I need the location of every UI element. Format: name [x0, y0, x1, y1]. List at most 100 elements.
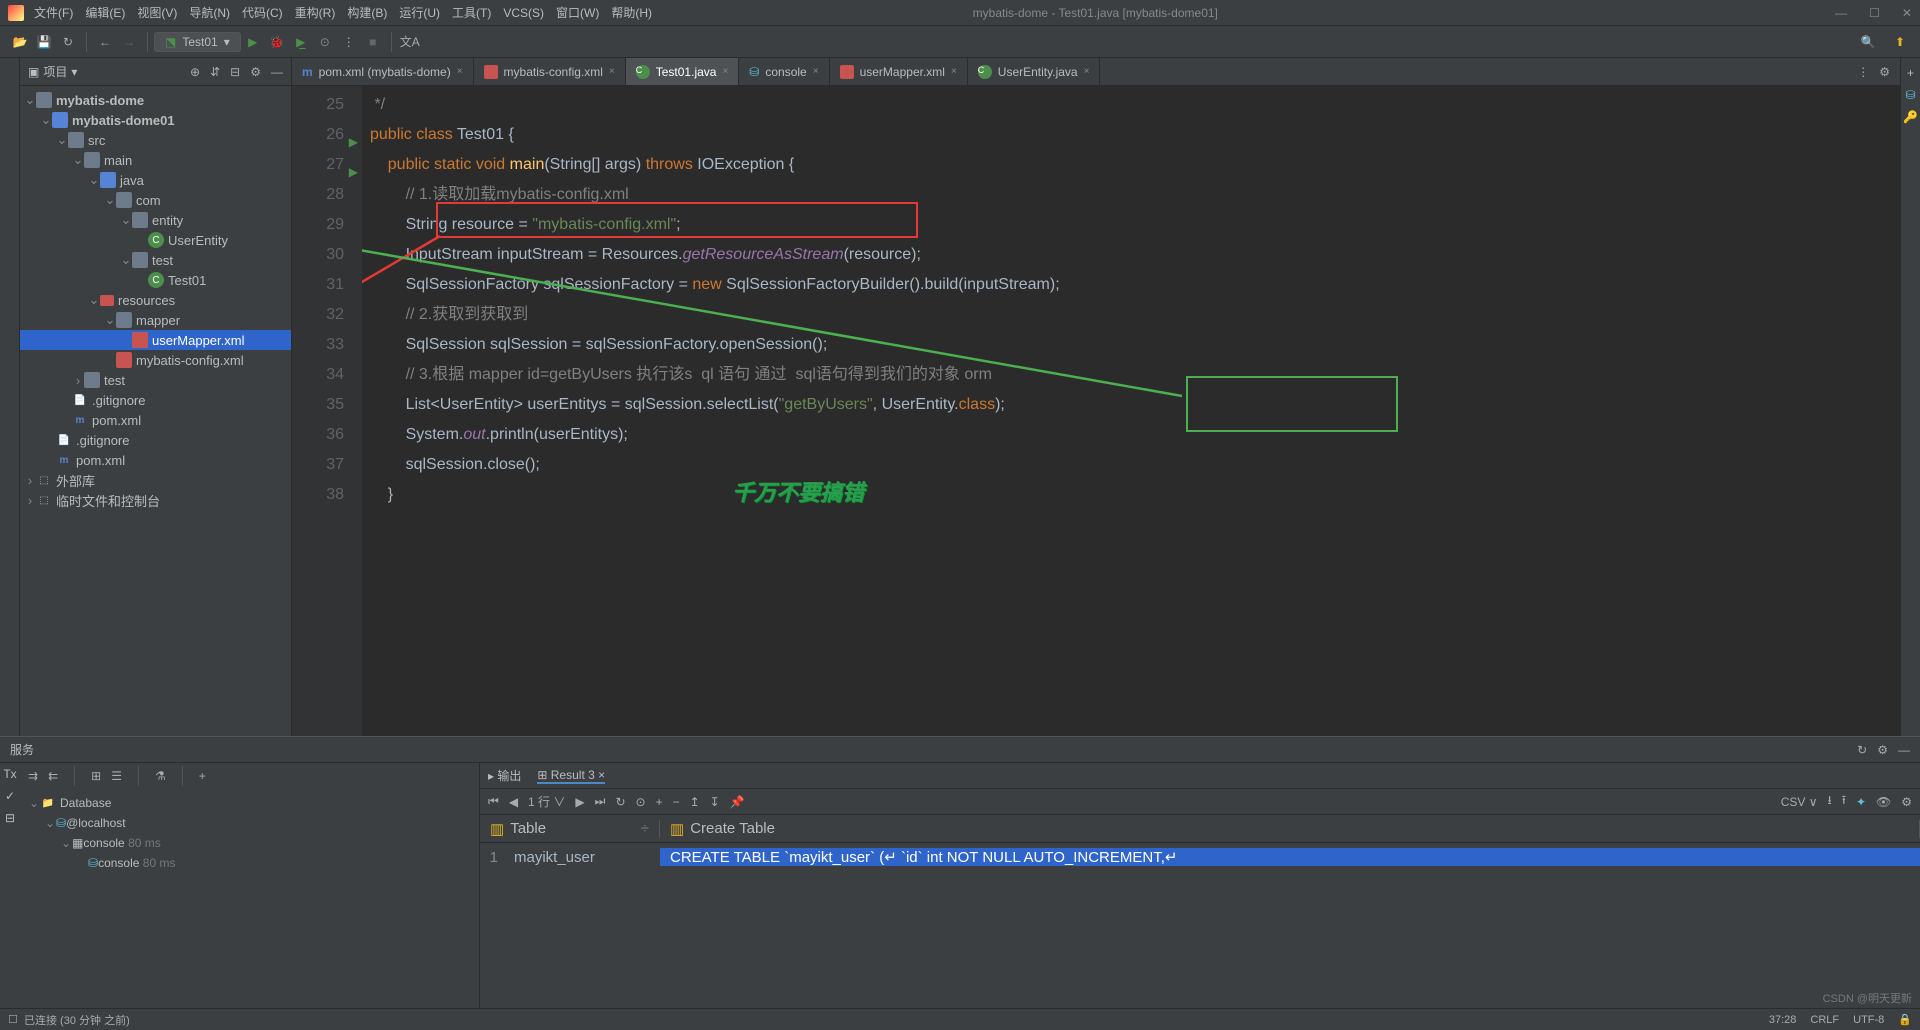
tree-pom2[interactable]: mpom.xml — [20, 450, 291, 470]
close-icon[interactable]: × — [813, 66, 819, 77]
menu-tools[interactable]: 工具(T) — [452, 4, 491, 21]
tree-module[interactable]: ⌄mybatis-dome01 — [20, 110, 291, 130]
next-icon[interactable]: ▶ — [575, 795, 584, 809]
menu-refactor[interactable]: 重构(R) — [295, 4, 336, 21]
add-row-icon[interactable]: + — [656, 795, 663, 809]
console-node-2[interactable]: ⛁console 80 ms — [24, 853, 475, 873]
tab-console[interactable]: ⛁console× — [739, 58, 829, 85]
key-tool-icon[interactable]: 🔑 — [1903, 110, 1918, 124]
open-icon[interactable]: 📂 — [8, 30, 32, 54]
tab-usermapper[interactable]: userMapper.xml× — [830, 58, 968, 85]
gear-icon[interactable]: ⚙ — [250, 65, 261, 79]
db-node[interactable]: ⌄📁Database — [24, 793, 475, 813]
profile-button[interactable]: ⊙ — [313, 30, 337, 54]
menu-window[interactable]: 窗口(W) — [556, 4, 599, 21]
close-icon[interactable]: × — [722, 66, 728, 77]
add-tool-icon[interactable]: + — [1907, 66, 1914, 80]
tree-main[interactable]: ⌄main — [20, 150, 291, 170]
chevron-down-icon[interactable]: ▾ — [71, 65, 77, 79]
project-label[interactable]: 项目 — [43, 63, 67, 80]
first-icon[interactable]: ⏮ — [488, 794, 499, 809]
menu-vcs[interactable]: VCS(S) — [503, 6, 544, 20]
filter2-icon[interactable]: ⚗ — [155, 769, 166, 783]
tab-pom[interactable]: mpom.xml (mybatis-dome)× — [292, 58, 474, 85]
upload-icon[interactable]: ⭱ — [1842, 791, 1846, 812]
gear-icon[interactable]: ⚙ — [1877, 743, 1888, 757]
collapse-icon[interactable]: ⇇ — [48, 769, 58, 783]
tree-test01[interactable]: CTest01 — [20, 270, 291, 290]
prev-icon[interactable]: ◀ — [509, 795, 518, 809]
run-button[interactable]: ▶ — [241, 30, 265, 54]
close-icon[interactable]: × — [609, 66, 615, 77]
output-tab[interactable]: ▸ 输出 — [488, 767, 521, 784]
tree-entity[interactable]: ⌄entity — [20, 210, 291, 230]
maximize-button[interactable]: ☐ — [1869, 6, 1880, 20]
commit-icon[interactable]: ↥ — [690, 795, 700, 809]
translate-icon[interactable]: 文A — [398, 30, 422, 54]
close-icon[interactable]: × — [1084, 66, 1090, 77]
tree-scratch[interactable]: ›⬚临时文件和控制台 — [20, 490, 291, 510]
show-icon[interactable]: ⊙ — [636, 795, 646, 809]
last-icon[interactable]: ⏭ — [595, 794, 606, 809]
run-config-selector[interactable]: ⬔ Test01 ▾ — [154, 32, 241, 52]
close-icon[interactable]: × — [457, 66, 463, 77]
menu-view[interactable]: 视图(V) — [137, 4, 177, 21]
collapse-icon[interactable]: ⊟ — [230, 65, 240, 79]
services-tree[interactable]: ⌄📁Database ⌄⛁@localhost ⌄▦console 80 ms … — [20, 789, 479, 1008]
filter-icon[interactable]: ⊟ — [5, 811, 15, 825]
menu-help[interactable]: 帮助(H) — [611, 4, 652, 21]
del-row-icon[interactable]: − — [673, 795, 680, 809]
page-info[interactable]: 1 行 ∨ — [528, 793, 565, 810]
result-grid[interactable]: ▥Table ÷ ▥Create Table 1 mayikt_user CRE… — [480, 815, 1920, 1008]
tab-test01[interactable]: CTest01.java× — [626, 58, 740, 85]
console-node-1[interactable]: ⌄▦console 80 ms — [24, 833, 475, 853]
cell-table[interactable]: mayikt_user — [504, 849, 660, 866]
refresh-icon[interactable]: ↻ — [1857, 743, 1867, 757]
update-icon[interactable]: ⬆ — [1888, 30, 1912, 54]
list-icon[interactable]: ☰ — [111, 769, 122, 783]
back-icon[interactable]: ← — [93, 30, 117, 54]
col-create[interactable]: Create Table — [690, 820, 775, 837]
pin-icon[interactable]: 📌 — [730, 795, 745, 809]
grid-row[interactable]: 1 mayikt_user CREATE TABLE `mayikt_user`… — [480, 843, 1920, 871]
tree-src[interactable]: ⌄src — [20, 130, 291, 150]
csv-selector[interactable]: CSV ∨ — [1781, 795, 1818, 809]
close-window-button[interactable]: ✕ — [1902, 6, 1912, 20]
gear-icon[interactable]: ⚙ — [1879, 65, 1890, 79]
tree-gitignore2[interactable]: 📄.gitignore — [20, 430, 291, 450]
save-icon[interactable]: 💾 — [32, 30, 56, 54]
tab-mybatis-config[interactable]: mybatis-config.xml× — [474, 58, 626, 85]
forward-icon[interactable]: → — [117, 30, 141, 54]
result-tab[interactable]: ⊞ Result 3 × — [537, 768, 605, 784]
menu-edit[interactable]: 编辑(E) — [85, 4, 125, 21]
search-icon[interactable]: 🔍 — [1856, 30, 1880, 54]
settings-icon[interactable]: ⚙ — [1901, 795, 1912, 809]
encoding[interactable]: UTF-8 — [1853, 1014, 1884, 1026]
menu-run[interactable]: 运行(U) — [399, 4, 440, 21]
stop-button[interactable]: ■ — [361, 30, 385, 54]
rollback-icon[interactable]: ↧ — [710, 795, 720, 809]
hide-icon[interactable]: — — [1898, 743, 1910, 757]
cell-create[interactable]: CREATE TABLE `mayikt_user` (↵ `id` int N… — [660, 848, 1920, 866]
expand-all-icon[interactable]: ⇵ — [210, 65, 220, 79]
col-table[interactable]: Table — [510, 820, 546, 837]
select-opened-icon[interactable]: ⊕ — [190, 65, 200, 79]
tree-root[interactable]: ⌄mybatis-dome — [20, 90, 291, 110]
minimize-button[interactable]: — — [1835, 6, 1847, 20]
db-tool-icon[interactable]: ⛁ — [1905, 88, 1915, 102]
menu-file[interactable]: 文件(F) — [34, 4, 73, 21]
sync-icon[interactable]: ↻ — [56, 30, 80, 54]
tree-test-pkg[interactable]: ⌄test — [20, 250, 291, 270]
rollback-icon[interactable]: ✓ — [5, 789, 15, 803]
debug-button[interactable]: 🐞 — [265, 30, 289, 54]
tree-usermapper[interactable]: userMapper.xml — [20, 330, 291, 350]
reload-icon[interactable]: ↻ — [615, 795, 625, 809]
status-icon[interactable]: ☐ — [8, 1013, 18, 1026]
coverage-button[interactable]: ▶̲ — [289, 30, 313, 54]
menu-navigate[interactable]: 导航(N) — [189, 4, 230, 21]
tree-resources[interactable]: ⌄resources — [20, 290, 291, 310]
tree-mybatis-config[interactable]: mybatis-config.xml — [20, 350, 291, 370]
tree-java[interactable]: ⌄java — [20, 170, 291, 190]
add-icon[interactable]: + — [199, 769, 206, 783]
host-node[interactable]: ⌄⛁@localhost — [24, 813, 475, 833]
